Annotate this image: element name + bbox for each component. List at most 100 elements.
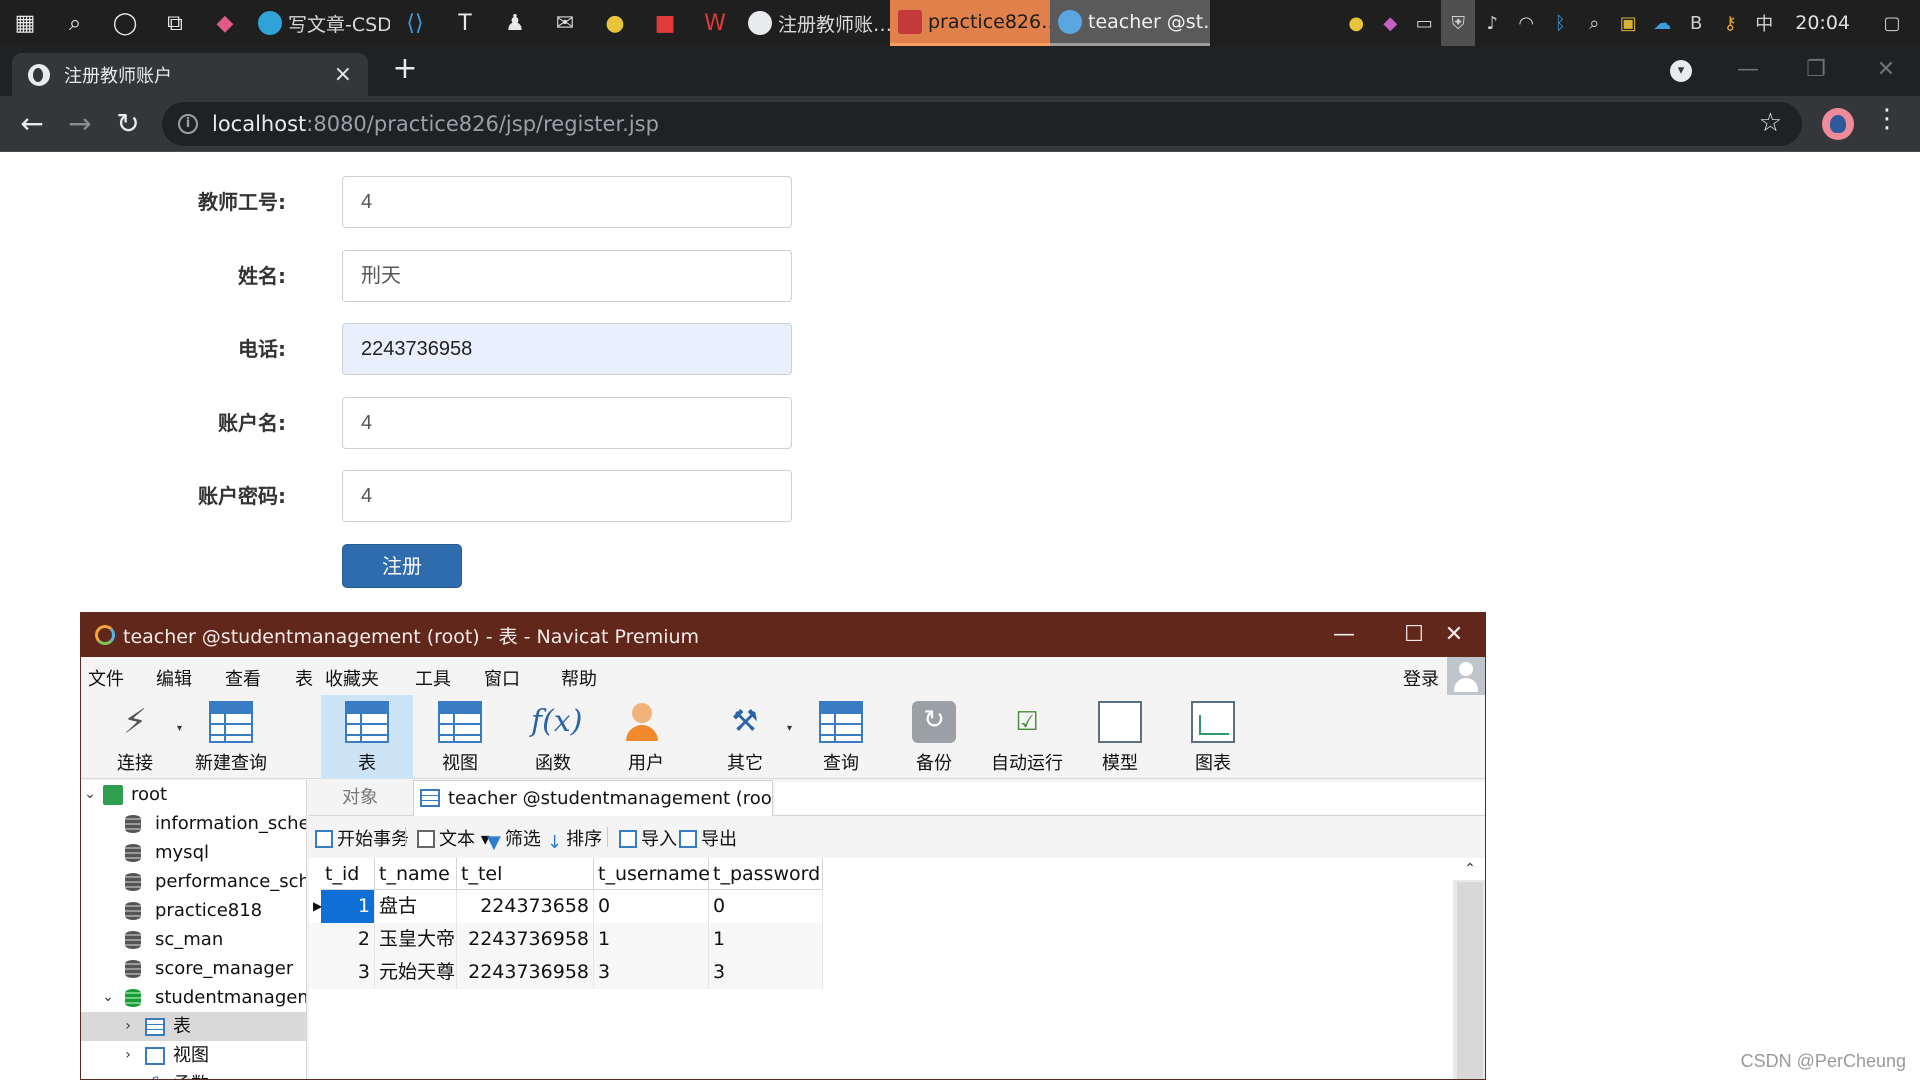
wifi-icon[interactable]: ◠	[1509, 0, 1543, 46]
taskbar-app-chrome[interactable]: 注册教师账…	[740, 0, 890, 46]
tree-item-database[interactable]: practice818	[81, 896, 306, 925]
forward-button[interactable]: →	[60, 104, 100, 144]
menu-edit[interactable]: 编辑	[156, 665, 192, 691]
column-header[interactable]: t_name	[375, 858, 457, 890]
ribbon-view-button[interactable]: 视图	[414, 695, 506, 779]
vscode-icon[interactable]: ⟨⟩	[390, 0, 440, 46]
qq-icon[interactable]: ♟	[490, 0, 540, 46]
menu-tools[interactable]: 工具	[415, 665, 451, 691]
ribbon-function-button[interactable]: f(x) 函数	[507, 695, 599, 779]
chevron-right-icon[interactable]: ›	[121, 1012, 135, 1041]
table-row[interactable]: 2 玉皇大帝 2243736958 1 1	[309, 923, 823, 956]
navicat-minimize-button[interactable]: —	[1309, 613, 1379, 657]
site-info-icon[interactable]: i	[178, 114, 198, 134]
task-view-icon[interactable]: ⧉	[150, 0, 200, 46]
tab-teacher-table[interactable]: teacher @studentmanagement (roo…	[413, 780, 773, 816]
import-button[interactable]: 导入	[619, 825, 677, 851]
grid-cell[interactable]: 3	[594, 956, 709, 989]
new-tab-button[interactable]: +	[388, 52, 422, 86]
tree-item-views[interactable]: › 视图	[81, 1041, 306, 1070]
menu-help[interactable]: 帮助	[561, 665, 597, 691]
grid-cell[interactable]: 2	[321, 923, 375, 956]
wechat-icon[interactable]: ✉	[540, 0, 590, 46]
taskbar-app-edge[interactable]: 写文章-CSD…	[250, 0, 390, 46]
tree-item-database[interactable]: sc_man	[81, 925, 306, 954]
tray-colorful-icon[interactable]: ▣	[1611, 0, 1645, 46]
ribbon-new-query-button[interactable]: 新建查询	[185, 695, 277, 779]
column-header[interactable]: t_username	[594, 858, 710, 890]
grid-cell[interactable]: 2243736958	[457, 923, 594, 956]
text-button[interactable]: 文本 ▾	[417, 825, 490, 851]
table-row[interactable]: 3 元始天尊 2243736958 3 3	[309, 956, 823, 989]
tree-item-root[interactable]: ⌄ root	[81, 780, 306, 809]
name-input[interactable]: 刑天	[342, 250, 792, 302]
tray-app-icon[interactable]: ●	[1339, 0, 1373, 46]
grid-cell[interactable]: 3	[321, 956, 375, 989]
back-button[interactable]: ←	[12, 104, 52, 144]
export-button[interactable]: 导出	[679, 825, 737, 851]
search-icon[interactable]: ⌕	[50, 0, 100, 46]
register-button[interactable]: 注册	[342, 544, 462, 588]
typora-icon[interactable]: T	[440, 0, 490, 46]
tab-search-icon[interactable]: ▾	[1670, 60, 1692, 82]
tree-item-database[interactable]: mysql	[81, 838, 306, 867]
login-link[interactable]: 登录	[1403, 665, 1439, 691]
windows-start-icon[interactable]: ▦	[0, 0, 50, 46]
grid-cell[interactable]: 1	[709, 923, 823, 956]
minimize-button[interactable]: —	[1718, 50, 1778, 90]
volume-icon[interactable]: ♪	[1475, 0, 1509, 46]
column-header[interactable]: t_tel	[457, 858, 594, 890]
grid-cell[interactable]: 1	[594, 923, 709, 956]
tree-item-database[interactable]: score_manager	[81, 954, 306, 983]
grid-cell[interactable]: 3	[709, 956, 823, 989]
grid-cell[interactable]: 0	[709, 890, 823, 923]
scroll-up-icon[interactable]: ⌃	[1453, 858, 1485, 880]
column-header[interactable]: t_id	[321, 858, 375, 890]
notification-icon[interactable]: ▢	[1864, 0, 1920, 46]
youdao-icon[interactable]: ■	[640, 0, 690, 46]
chevron-down-icon[interactable]: ⌄	[101, 983, 115, 1012]
menu-file[interactable]: 文件	[88, 665, 124, 691]
grid-cell[interactable]: 玉皇大帝	[375, 923, 457, 956]
chevron-right-icon[interactable]: ›	[121, 1070, 135, 1079]
navicat-close-button[interactable]: ✕	[1419, 613, 1485, 657]
ribbon-connect-button[interactable]: ⚡ 连接	[89, 695, 181, 779]
restore-button[interactable]: ❐	[1786, 50, 1846, 90]
tree-item-database[interactable]: performance_sche	[81, 867, 306, 896]
chevron-down-icon[interactable]: ⌄	[83, 780, 97, 809]
taskbar-app-navicat[interactable]: teacher @st…	[1050, 0, 1210, 46]
tree-item-database-open[interactable]: ⌄ studentmanagem	[81, 983, 306, 1012]
browser-menu-icon[interactable]: ⋮	[1872, 104, 1902, 134]
user-avatar-icon[interactable]	[1447, 657, 1485, 695]
teacher-id-input[interactable]: 4	[342, 176, 792, 228]
profile-avatar[interactable]	[1822, 108, 1854, 140]
bluetooth-icon[interactable]: ᛒ	[1543, 0, 1577, 46]
wps-icon[interactable]: W	[690, 0, 740, 46]
bookmark-star-icon[interactable]: ☆	[1759, 108, 1782, 138]
sort-button[interactable]: ↓ 排序	[547, 825, 602, 853]
username-input[interactable]: 4	[342, 397, 792, 449]
tray-b-icon[interactable]: B	[1679, 0, 1713, 46]
reload-button[interactable]: ↻	[108, 104, 148, 144]
grid-cell[interactable]: 1	[321, 890, 375, 923]
ribbon-model-button[interactable]: 模型	[1074, 695, 1166, 779]
chevron-right-icon[interactable]: ›	[121, 1041, 135, 1070]
other-dropdown-icon[interactable]: ▾	[787, 723, 792, 734]
grid-cell[interactable]: 盘古	[375, 890, 457, 923]
close-window-button[interactable]: ✕	[1856, 50, 1916, 90]
menu-table[interactable]: 表	[295, 665, 313, 691]
ribbon-table-button[interactable]: 表	[321, 695, 413, 779]
tray-key-icon[interactable]: ⚷	[1713, 0, 1747, 46]
password-input[interactable]: 4	[342, 470, 792, 522]
jetbrains-icon[interactable]: ◆	[200, 0, 250, 46]
taskbar-clock[interactable]: 20:04	[1781, 12, 1864, 34]
ribbon-backup-button[interactable]: 备份	[888, 695, 980, 779]
ribbon-other-button[interactable]: ⚒ 其它	[699, 695, 791, 779]
grid-cell[interactable]: 元始天尊	[375, 956, 457, 989]
table-row[interactable]: ▶ 1 盘古 224373658 0 0	[309, 890, 823, 923]
tray-battery-icon[interactable]: ▭	[1407, 0, 1441, 46]
menu-favorites[interactable]: 收藏夹	[325, 665, 379, 691]
grid-cell[interactable]: 224373658	[457, 890, 594, 923]
vertical-scrollbar[interactable]: ⌃	[1453, 858, 1485, 1079]
menu-view[interactable]: 查看	[225, 665, 261, 691]
